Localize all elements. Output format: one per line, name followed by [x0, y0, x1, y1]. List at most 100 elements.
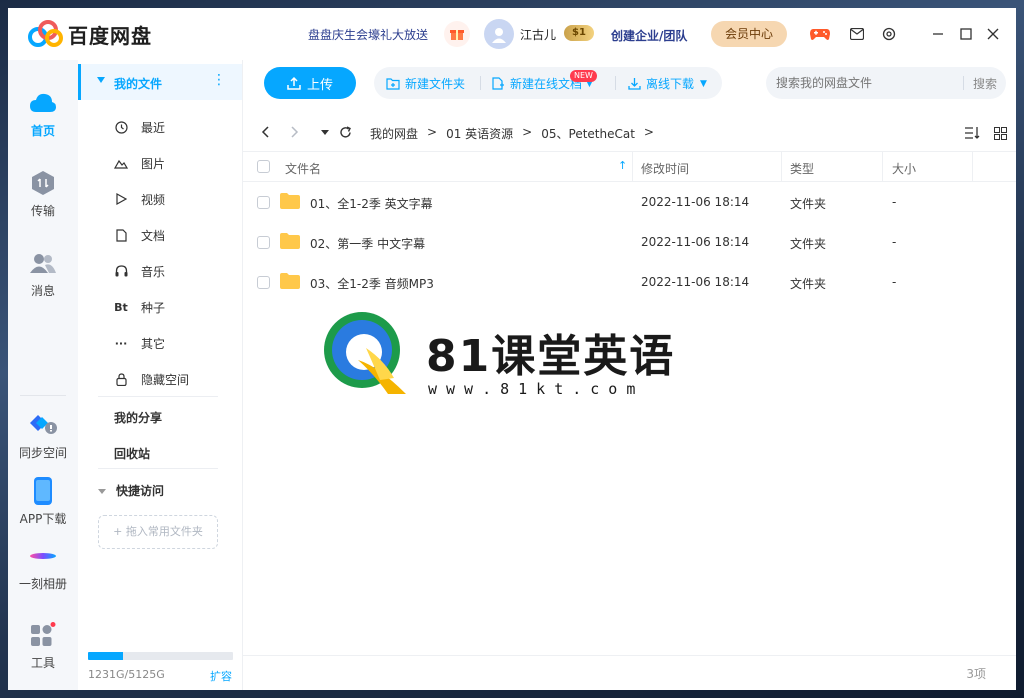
folder-icon [280, 193, 300, 209]
rail-item-sync[interactable]: 同步空间 [8, 410, 78, 461]
column-header-type[interactable]: 类型 [790, 160, 814, 177]
breadcrumb-item[interactable]: 05、PetetheCat [541, 125, 635, 142]
rail-label-transfer: 传输 [30, 204, 55, 218]
sidebar-item-other[interactable]: ··· 其它 [114, 333, 165, 353]
username[interactable]: 江古儿 [520, 26, 556, 43]
select-all-checkbox[interactable] [257, 160, 270, 173]
document-icon [114, 228, 128, 242]
caret-down-icon [97, 77, 105, 83]
sort-icon[interactable] [963, 124, 981, 142]
game-controller-icon[interactable] [808, 22, 832, 46]
file-type: 文件夹 [790, 197, 827, 211]
rail-item-messages[interactable]: 消息 [8, 248, 78, 299]
sidebar-item-videos[interactable]: 视频 [114, 189, 165, 209]
minimize-icon[interactable] [926, 22, 950, 46]
rail-item-transfer[interactable]: 传输 [8, 168, 78, 219]
offline-download-button[interactable]: 离线下载 ▼ [628, 75, 707, 92]
breadcrumb-item[interactable]: 我的网盘 [370, 125, 418, 142]
upload-button[interactable]: 上传 [264, 67, 356, 99]
sidebar-quick-access[interactable]: 快捷访问 [98, 482, 164, 499]
table-row[interactable]: 03、全1-2季 音频MP3 2022-11-06 18:14 文件夹 - [243, 262, 1016, 302]
search-separator [963, 76, 964, 90]
file-name: 02、第一季 中文字幕 [310, 237, 426, 251]
sidebar-item-label: 视频 [141, 192, 166, 207]
column-header-size[interactable]: 大小 [892, 160, 916, 177]
avatar[interactable] [484, 19, 514, 49]
play-icon [114, 192, 128, 206]
users-icon [28, 248, 58, 278]
quick-access-label: 快捷访问 [116, 484, 165, 498]
rail-label-app-download: APP下载 [19, 512, 67, 526]
file-modified-time: 2022-11-06 18:14 [641, 275, 750, 289]
sort-ascending-icon[interactable]: ↑ [618, 159, 627, 172]
more-vertical-icon[interactable]: ⋮ [212, 73, 226, 87]
folder-icon [280, 273, 300, 289]
row-checkbox[interactable] [257, 196, 270, 209]
baidu-netdisk-logo [28, 20, 63, 47]
watermark-logo [324, 312, 406, 394]
maximize-icon[interactable] [954, 22, 978, 46]
table-row[interactable]: 02、第一季 中文字幕 2022-11-06 18:14 文件夹 - [243, 222, 1016, 262]
status-footer: 3项 [243, 655, 1016, 690]
back-icon[interactable] [257, 124, 273, 140]
sidebar-item-hidden-space[interactable]: 隐藏空间 [114, 369, 189, 389]
row-checkbox[interactable] [257, 236, 270, 249]
breadcrumb-item[interactable]: 01 英语资源 [446, 125, 513, 142]
column-separator [781, 152, 782, 182]
rail-item-album[interactable]: 一刻相册 [8, 541, 78, 592]
new-folder-button[interactable]: 新建文件夹 [386, 75, 465, 92]
sidebar-my-share[interactable]: 我的分享 [114, 409, 162, 426]
sidebar-item-label: 隐藏空间 [141, 372, 190, 387]
sidebar-recycle-bin[interactable]: 回收站 [114, 445, 150, 462]
rail-item-app-download[interactable]: APP下载 [8, 476, 78, 527]
search-input[interactable] [776, 67, 956, 99]
drop-favorite-folder-zone[interactable]: + 拖入常用文件夹 [98, 515, 218, 549]
rail-divider [20, 395, 66, 396]
column-separator [882, 152, 883, 182]
sidebar-item-recent[interactable]: 最近 [114, 117, 165, 137]
promo-link[interactable]: 盘盘庆生会壕礼大放送 [308, 26, 428, 43]
sidebar-item-music[interactable]: 音乐 [114, 261, 165, 281]
sidebar-item-images[interactable]: 图片 [114, 153, 165, 173]
breadcrumb-separator: > [643, 125, 654, 139]
close-icon[interactable] [981, 22, 1005, 46]
expand-storage-link[interactable]: 扩容 [210, 668, 232, 684]
vip-center-button[interactable]: 会员中心 [711, 21, 787, 47]
sidebar-item-label: 其它 [141, 336, 166, 351]
sidebar-item-label: 音乐 [141, 264, 166, 279]
sidebar-item-label: 图片 [141, 156, 166, 171]
mail-icon[interactable] [845, 22, 869, 46]
grid-view-icon[interactable] [991, 124, 1009, 142]
toolbar-separator [480, 76, 481, 90]
watermark-url: www.81kt.com [428, 380, 645, 398]
settings-icon[interactable] [877, 22, 901, 46]
history-dropdown-icon[interactable] [317, 124, 333, 140]
app-window: 百度网盘 盘盘庆生会壕礼大放送 江古儿 $1 创建企业/团队 会员中心 首页 传… [8, 8, 1016, 690]
row-checkbox[interactable] [257, 276, 270, 289]
rail-item-tools[interactable]: 工具 [8, 620, 78, 671]
rail-label-home: 首页 [30, 124, 55, 138]
dropdown-caret-icon[interactable]: ▼ [700, 79, 707, 89]
table-row[interactable]: 01、全1-2季 英文字幕 2022-11-06 18:14 文件夹 - [243, 182, 1016, 222]
rail-item-home[interactable]: 首页 [8, 88, 78, 139]
sidebar-item-torrents[interactable]: Bt 种子 [114, 297, 165, 317]
column-header-time[interactable]: 修改时间 [641, 160, 689, 177]
search-button[interactable]: 搜索 [973, 75, 997, 92]
sidebar-item-documents[interactable]: 文档 [114, 225, 165, 245]
search-box: 搜索 [766, 67, 1006, 99]
tools-grid-icon [28, 620, 58, 650]
create-enterprise-link[interactable]: 创建企业/团队 [611, 27, 687, 44]
rail-label-messages: 消息 [30, 284, 55, 298]
gift-icon[interactable] [444, 21, 470, 47]
file-modified-time: 2022-11-06 18:14 [641, 235, 750, 249]
refresh-icon[interactable] [337, 124, 353, 140]
column-header-name[interactable]: 文件名 [285, 160, 321, 177]
folder-icon [280, 233, 300, 249]
item-count: 3项 [966, 667, 986, 681]
sidebar-my-files[interactable]: 我的文件 ⋮ [78, 64, 242, 100]
file-name: 01、全1-2季 英文字幕 [310, 197, 433, 211]
rail-label-tools: 工具 [30, 656, 55, 670]
column-separator [632, 152, 633, 182]
forward-icon[interactable] [287, 124, 303, 140]
sidebar-my-files-label: 我的文件 [114, 77, 163, 91]
